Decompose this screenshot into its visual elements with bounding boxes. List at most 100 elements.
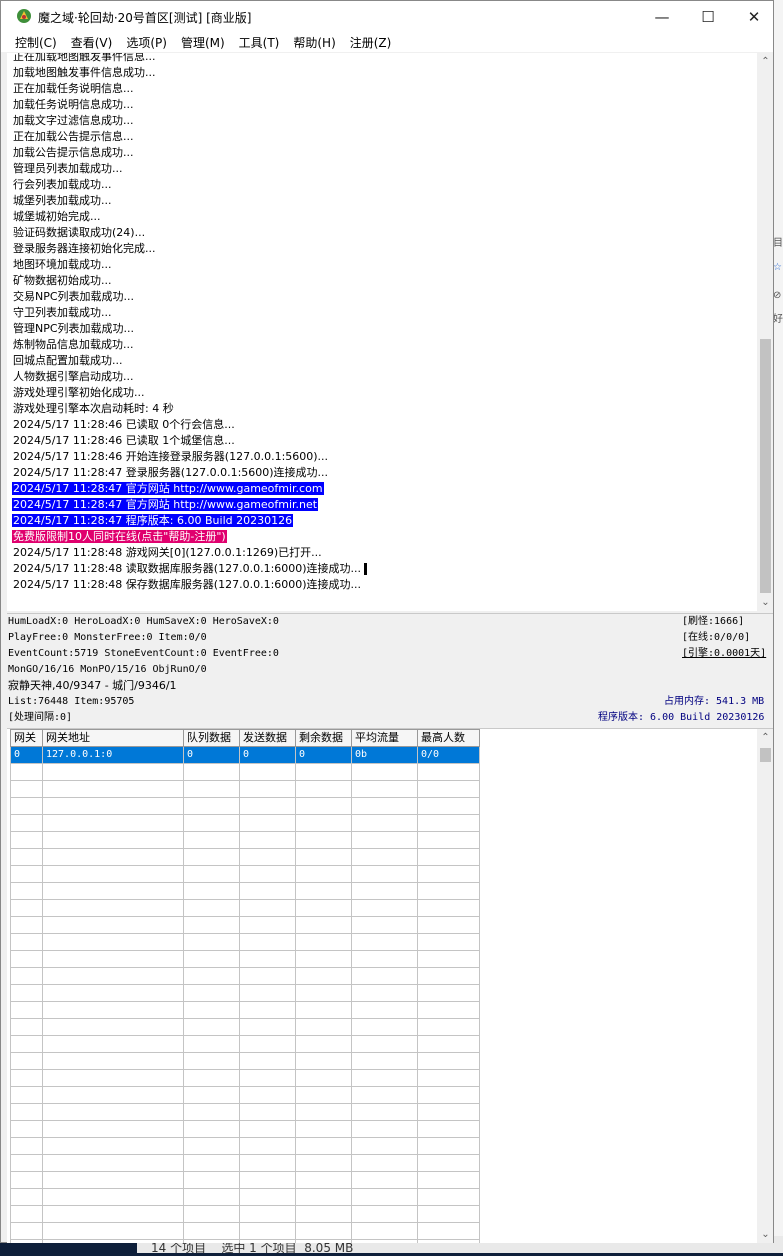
column-header-remaining[interactable]: 剩余数据: [295, 729, 352, 747]
table-row-empty: [10, 865, 480, 883]
menu-view[interactable]: 查看(V): [64, 32, 120, 52]
table-cell: [417, 1188, 480, 1206]
scroll-up-icon[interactable]: ⌃: [757, 53, 773, 70]
log-line: 2024/5/17 11:28:48 保存数据库服务器(127.0.0.1:60…: [12, 577, 760, 593]
table-cell: [417, 1205, 480, 1223]
maximize-button[interactable]: ☐: [685, 1, 731, 32]
table-cell: [417, 950, 480, 968]
maximize-icon: ☐: [701, 7, 715, 26]
status-map: 寂静天神,40/9347 - 城门/9346/1: [8, 679, 177, 692]
table-cell: 0: [183, 746, 240, 764]
table-cell: [239, 899, 296, 917]
table-cell: [351, 882, 418, 900]
column-header-max-users[interactable]: 最高人数: [417, 729, 480, 747]
table-cell: [42, 950, 184, 968]
log-line: 矿物数据初始成功...: [12, 273, 760, 289]
table-cell: [239, 1086, 296, 1104]
table-cell: [10, 831, 43, 849]
log-line: 2024/5/17 11:28:46 已读取 0个行会信息...: [12, 417, 760, 433]
scrollbar-thumb[interactable]: [760, 339, 771, 593]
table-cell: [42, 984, 184, 1002]
column-header-avg-traffic[interactable]: 平均流量: [351, 729, 418, 747]
minimize-button[interactable]: —: [639, 1, 685, 32]
table-cell: [417, 916, 480, 934]
table-cell: [42, 865, 184, 883]
text-caret: [364, 563, 368, 575]
menu-tools[interactable]: 工具(T): [232, 32, 287, 52]
log-scrollbar[interactable]: ⌃ ⌄: [757, 53, 773, 611]
table-cell: [10, 1205, 43, 1223]
log-line: 回城点配置加载成功...: [12, 353, 760, 369]
table-cell: [417, 882, 480, 900]
log-line-text: 加载公告提示信息成功...: [13, 146, 134, 159]
menu-control[interactable]: 控制(C): [1, 32, 64, 52]
log-line-text: 验证码数据读取成功(24)...: [13, 226, 146, 239]
log-line: 2024/5/17 11:28:46 已读取 1个城堡信息...: [12, 433, 760, 449]
log-line-text: 2024/5/17 11:28:46 已读取 0个行会信息...: [13, 418, 235, 431]
minimize-icon: —: [654, 7, 670, 26]
log-output[interactable]: 正在加载地图触发事件信息... 加载地图触发事件信息成功... 正在加载任务说明信息…: [7, 53, 773, 611]
column-header-gateway[interactable]: 网关: [10, 729, 43, 747]
scroll-up-icon[interactable]: ⌃: [757, 729, 773, 746]
table-cell: [239, 950, 296, 968]
menu-options[interactable]: 选项(P): [119, 32, 174, 52]
close-button[interactable]: ✕: [731, 1, 777, 32]
scrollbar-thumb[interactable]: [760, 748, 771, 762]
table-cell: [10, 1171, 43, 1189]
table-cell: [239, 1154, 296, 1172]
log-line-text: 加载任务说明信息成功...: [13, 98, 134, 111]
table-cell: [183, 1035, 240, 1053]
table-cell: [295, 1222, 352, 1240]
column-header-address[interactable]: 网关地址: [42, 729, 184, 747]
table-cell: [183, 899, 240, 917]
engine-uptime[interactable]: [引擎:0.0001天]: [682, 647, 766, 661]
column-header-queue[interactable]: 队列数据: [183, 729, 240, 747]
table-cell: [183, 882, 240, 900]
table-cell: [42, 916, 184, 934]
table-cell: [417, 1154, 480, 1172]
table-row-empty: [10, 797, 480, 815]
table-cell: [351, 1154, 418, 1172]
scroll-down-icon[interactable]: ⌄: [757, 1226, 773, 1243]
table-cell: [295, 933, 352, 951]
gateway-scrollbar[interactable]: ⌃ ⌄: [757, 729, 773, 1243]
window-title: 魔之域·轮回劫·20号首区[测试] [商业版]: [38, 11, 252, 25]
menu-register[interactable]: 注册(Z): [343, 32, 399, 52]
gateway-list[interactable]: 网关 网关地址 队列数据 发送数据 剩余数据 平均流量 最高人数 0 127.0.…: [7, 729, 773, 1243]
table-cell: [351, 1103, 418, 1121]
log-line: 验证码数据读取成功(24)...: [12, 225, 760, 241]
column-header-sent[interactable]: 发送数据: [239, 729, 296, 747]
table-cell: [351, 1001, 418, 1019]
menu-help[interactable]: 帮助(H): [286, 32, 342, 52]
table-row-empty: [10, 933, 480, 951]
title-bar[interactable]: 魔之域·轮回劫·20号首区[测试] [商业版] — ☐ ✕: [1, 1, 773, 32]
table-cell: [351, 797, 418, 815]
log-line-text: 地图环境加载成功...: [13, 258, 112, 271]
scroll-down-icon[interactable]: ⌄: [757, 594, 773, 611]
log-line: 游戏处理引擎本次启动耗时: 4 秒: [12, 401, 760, 417]
table-cell: [183, 763, 240, 781]
log-line: 2024/5/17 11:28:46 开始连接登录服务器(127.0.0.1:5…: [12, 449, 760, 465]
log-line-text: 2024/5/17 11:28:47 程序版本: 6.00 Build 2023…: [12, 514, 294, 527]
table-cell: [351, 950, 418, 968]
table-cell: [239, 967, 296, 985]
refresh-monsters: [刷怪:1666]: [682, 616, 745, 627]
log-line: 正在加载地图触发事件信息...: [12, 53, 760, 65]
table-cell: 0: [239, 746, 296, 764]
table-row[interactable]: 0 127.0.0.1:0 0 0 0 0b 0/0: [10, 746, 480, 764]
table-cell: [417, 831, 480, 849]
table-row-empty: [10, 1086, 480, 1104]
log-line: 正在加载任务说明信息...: [12, 81, 760, 97]
menu-manage[interactable]: 管理(M): [174, 32, 232, 52]
log-line: 加载公告提示信息成功...: [12, 145, 760, 161]
table-cell: [417, 1018, 480, 1036]
table-cell: [417, 1239, 480, 1243]
table-row-empty: [10, 916, 480, 934]
table-cell: [10, 1120, 43, 1138]
table-cell: [42, 1103, 184, 1121]
table-cell: [10, 933, 43, 951]
table-cell: [417, 1171, 480, 1189]
table-cell: [183, 1137, 240, 1155]
table-cell: [351, 1018, 418, 1036]
table-row-empty: [10, 1154, 480, 1172]
